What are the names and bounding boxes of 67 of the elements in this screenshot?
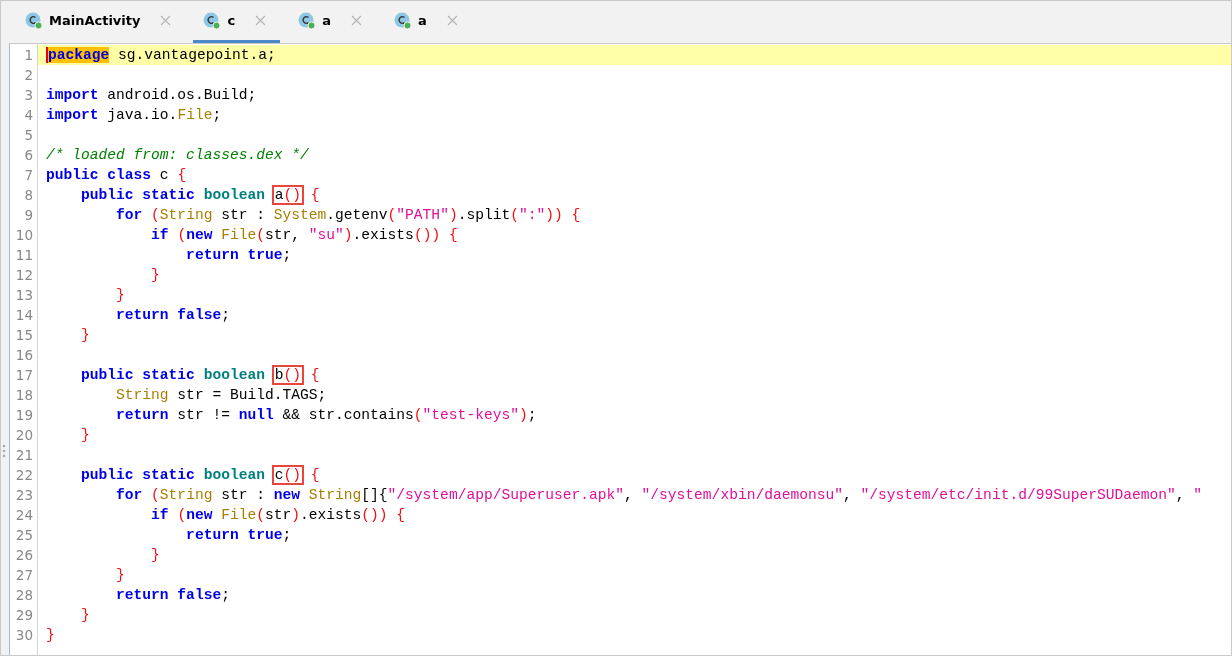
code-line: import android.os.Build; — [45, 86, 258, 105]
line-number: 21 — [14, 446, 34, 465]
line-number: 10 — [14, 226, 34, 245]
line-number: 3 — [23, 86, 34, 105]
class-icon — [25, 11, 43, 30]
line-number: 23 — [14, 486, 34, 505]
line-number: 2 — [23, 66, 34, 85]
line-number: 7 — [23, 166, 34, 185]
code-line: return true; — [185, 246, 293, 265]
close-icon[interactable] — [351, 15, 362, 26]
line-number: 24 — [14, 506, 34, 525]
code-line: if (new File(str).exists()) { — [150, 506, 407, 525]
code-line: for (String str : new String[]{"/system/app/Superuser.apk", "/system/xbin/daemonsu", "/system/etc/init.d/99SuperSUDaemon", " — [115, 486, 1204, 505]
code-line: for (String str : System.getenv("PATH").split(":")) { — [115, 206, 582, 225]
code-line: return false; — [115, 306, 231, 325]
line-number: 12 — [14, 266, 34, 285]
editor-tab[interactable]: MainActivity — [15, 1, 186, 43]
line-number: 6 — [23, 146, 34, 165]
line-number: 11 — [14, 246, 34, 265]
class-icon — [394, 11, 412, 30]
code-line: } — [150, 546, 161, 565]
line-number: 9 — [23, 206, 34, 225]
code-line: return str != null && str.contains("test-keys"); — [115, 406, 538, 425]
line-number: 14 — [14, 306, 34, 325]
code-line: /* loaded from: classes.dex */ — [45, 146, 310, 165]
close-icon[interactable] — [255, 15, 267, 26]
line-number: 8 — [23, 186, 34, 205]
line-number: 27 — [14, 566, 34, 585]
line-number: 20 — [14, 426, 34, 445]
line-number: 13 — [14, 286, 34, 305]
line-number: 30 — [14, 626, 34, 645]
line-number: 16 — [14, 346, 34, 365]
code-line: } — [80, 326, 91, 345]
close-icon[interactable] — [446, 15, 458, 26]
code-line: return true; — [185, 526, 293, 545]
line-number: 29 — [14, 606, 34, 625]
line-number: 19 — [14, 406, 34, 425]
line-number: 25 — [14, 526, 34, 545]
code-line: } — [150, 266, 161, 285]
editor-tab[interactable]: a — [384, 1, 472, 43]
line-number: 28 — [14, 586, 34, 605]
line-number: 22 — [14, 466, 34, 485]
line-number: 17 — [14, 366, 34, 385]
code-line: public class c { — [45, 166, 188, 185]
splitter-handle[interactable] — [2, 444, 6, 458]
class-icon — [203, 11, 222, 30]
line-number: 15 — [14, 326, 34, 345]
code-line: public static boolean b() { — [80, 366, 321, 385]
line-number: 26 — [14, 546, 34, 565]
line-number: 18 — [14, 386, 34, 405]
close-icon[interactable] — [160, 15, 172, 26]
class-icon — [298, 11, 317, 30]
code-line: if (new File(str, "su").exists()) { — [150, 226, 459, 245]
code-line: } — [45, 626, 56, 645]
line-number: 5 — [23, 126, 34, 145]
code-line: import java.io.File; — [45, 106, 223, 125]
code-line: } — [115, 286, 126, 305]
code-line: public static boolean c() { — [80, 466, 321, 485]
code-line: } — [80, 426, 91, 445]
code-line: return false; — [115, 586, 231, 605]
code-line: } — [80, 606, 91, 625]
code-line: String str = Build.TAGS; — [115, 386, 328, 405]
line-number: 1 — [23, 46, 34, 65]
editor-tab[interactable]: a — [288, 1, 376, 43]
code-line: public static boolean a() { — [80, 186, 321, 205]
line-number: 4 — [23, 106, 34, 125]
code-line: } — [115, 566, 126, 585]
